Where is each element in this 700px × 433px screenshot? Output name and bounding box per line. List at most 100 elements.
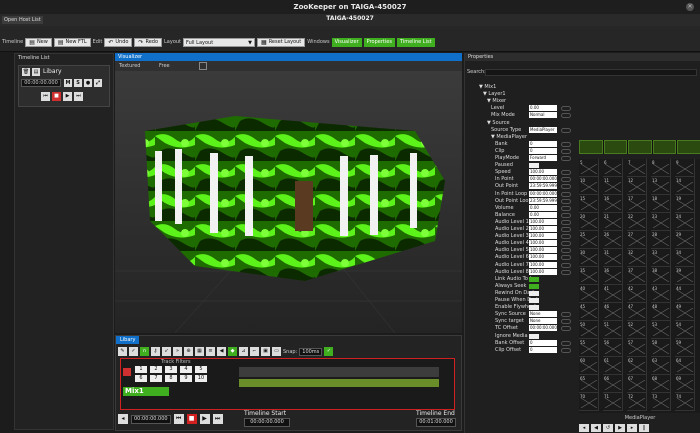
media-slot[interactable]: 61 <box>603 357 623 375</box>
stop-icon[interactable]: ■ <box>52 92 61 101</box>
media-slot[interactable]: 27 <box>627 231 647 249</box>
media-slot[interactable]: 35 <box>579 267 599 285</box>
forward-icon[interactable]: ▸ <box>627 424 637 432</box>
next-icon[interactable]: ⏭ <box>212 414 223 424</box>
property-row[interactable]: Audio Level 5 100.00 <box>479 247 571 254</box>
filter-button[interactable]: 1 <box>135 366 147 373</box>
property-row[interactable]: Balance 0.00 <box>479 211 571 219</box>
mute-button[interactable]: M <box>64 79 72 87</box>
link-icon[interactable]: ⤢ <box>94 79 102 87</box>
reset-layout-button[interactable]: ▦ Reset Layout <box>257 37 306 47</box>
property-value-input[interactable]: Normal <box>529 112 557 119</box>
property-row[interactable]: PlayMode Forward <box>479 155 571 162</box>
media-slot[interactable]: 45 <box>579 303 599 321</box>
keyframe-icon[interactable] <box>561 227 571 232</box>
properties-toggle[interactable]: Properties <box>363 37 395 47</box>
prev-icon[interactable]: ◂ <box>579 424 589 432</box>
media-slot[interactable]: 8 <box>651 159 671 177</box>
property-row[interactable]: Audio Level 6 100.00 <box>479 254 571 261</box>
keyframe-icon[interactable] <box>561 205 571 211</box>
record-button[interactable] <box>123 368 131 376</box>
property-row[interactable]: Audio Level 7 100.00 <box>479 261 571 269</box>
media-slot[interactable]: 42 <box>627 285 647 303</box>
property-row[interactable]: Rewind On Dark <box>479 290 539 297</box>
property-row[interactable]: Source Type MediaPlayer <box>479 126 571 134</box>
property-value-input[interactable]: 100.00 <box>529 226 557 232</box>
next-icon[interactable]: ⏭ <box>74 92 83 101</box>
media-slot[interactable]: 55 <box>579 339 599 357</box>
property-value-input[interactable]: 23:59:59.999 <box>529 183 557 190</box>
camera-mode-select[interactable]: Free <box>159 61 170 71</box>
media-slot[interactable]: 10 <box>579 177 599 195</box>
keyframe-icon[interactable] <box>561 241 571 247</box>
keyframe-icon[interactable] <box>561 219 571 225</box>
timeline-start-input[interactable]: 00:00:00.000 <box>244 418 290 427</box>
record-icon[interactable]: ● <box>84 79 92 87</box>
search-input[interactable] <box>485 69 697 76</box>
current-timecode[interactable]: 00:00:00.000 <box>131 414 171 424</box>
media-slot[interactable]: 28 <box>651 231 671 249</box>
media-slot[interactable]: 23 <box>651 213 671 231</box>
media-slot[interactable]: 56 <box>603 339 623 357</box>
pencil-icon[interactable]: ✎ <box>118 347 127 356</box>
keyframe-icon[interactable] <box>561 255 571 261</box>
back-icon[interactable]: ◂ <box>118 414 128 424</box>
fast-forward-icon[interactable]: » <box>173 347 182 356</box>
mix-track-label[interactable]: Mix1 <box>123 387 169 396</box>
3d-viewport[interactable] <box>115 71 462 333</box>
keyframe-icon[interactable] <box>561 319 571 325</box>
filter-button[interactable]: 5 <box>195 366 207 373</box>
property-row[interactable]: Speed 100.00 <box>479 169 571 176</box>
magnet-icon[interactable]: ∩ <box>140 347 149 356</box>
media-slot[interactable]: 48 <box>651 303 671 321</box>
keyframe-icon[interactable] <box>561 148 571 154</box>
property-row[interactable]: Pause When Dark <box>479 297 539 304</box>
keyframe-icon[interactable] <box>561 141 571 147</box>
property-row[interactable]: Out Point 23:59:59.999 <box>479 183 571 190</box>
keyframe-icon[interactable] <box>561 177 571 183</box>
property-row[interactable]: ▼ MediaPlayer <box>479 134 527 141</box>
media-icon[interactable]: ▣ <box>261 347 270 356</box>
media-slot[interactable]: 60 <box>579 357 599 375</box>
keyframe-icon[interactable] <box>561 312 571 318</box>
ramp-icon[interactable]: ⊿ <box>239 347 248 356</box>
property-value-input[interactable]: 0.00 <box>529 204 557 211</box>
timeline-end-input[interactable]: 00:01:00.000 <box>416 418 456 427</box>
keyframe-icon[interactable] <box>561 184 571 190</box>
media-slot[interactable]: 63 <box>651 357 671 375</box>
close-icon[interactable]: ✕ <box>686 3 694 11</box>
property-checkbox[interactable] <box>529 283 539 289</box>
media-slot[interactable]: 21 <box>603 213 623 231</box>
media-slot[interactable]: 73 <box>651 393 671 411</box>
property-value-input[interactable]: 100.00 <box>529 218 557 225</box>
solo-button[interactable]: S <box>74 79 82 87</box>
snap-select[interactable]: 100ms <box>299 347 323 356</box>
grid-icon[interactable]: ▦ <box>195 347 204 356</box>
pause-icon[interactable]: ‖ <box>639 424 649 432</box>
property-value-input[interactable]: 100.00 <box>529 254 557 261</box>
property-value-input[interactable]: Forward <box>529 155 557 161</box>
keyframe-icon[interactable] <box>561 234 571 240</box>
keyframe-icon[interactable] <box>561 248 571 254</box>
property-row[interactable]: Sync target None <box>479 318 571 325</box>
media-slot[interactable]: 53 <box>651 321 671 339</box>
media-slot[interactable]: 19 <box>675 195 695 213</box>
play-icon[interactable]: ▶ <box>615 424 625 432</box>
keyframe-icon[interactable] <box>561 191 571 197</box>
property-row[interactable]: Bank Offset 0 <box>479 339 571 347</box>
keyframe-icon[interactable] <box>561 326 571 332</box>
media-slot[interactable]: 74 <box>675 393 695 411</box>
property-value-input[interactable]: 0 <box>529 147 557 154</box>
snap-toggle[interactable]: ✓ <box>324 347 334 356</box>
marker-icon[interactable]: ◀ <box>217 347 226 356</box>
property-row[interactable]: Always Seek <box>479 283 539 290</box>
property-row[interactable]: Audio Level 3 100.00 <box>479 233 571 240</box>
filter-button[interactable]: 7 <box>150 375 162 382</box>
check-icon[interactable]: ✓ <box>129 347 138 356</box>
property-row[interactable]: Level 0.00 <box>479 105 571 112</box>
property-row[interactable]: In Point Loop 00:00:00.000 <box>479 190 571 198</box>
media-slot[interactable]: 43 <box>651 285 671 303</box>
property-value-input[interactable]: None <box>529 318 557 325</box>
media-slot[interactable]: 7 <box>627 159 647 177</box>
property-row[interactable]: ▼ Mixer <box>479 98 506 105</box>
